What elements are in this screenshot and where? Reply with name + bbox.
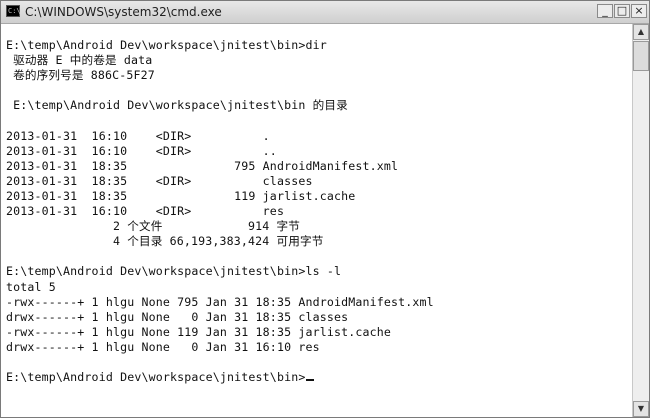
console-output[interactable]: E:\temp\Android Dev\workspace\jnitest\bi…: [1, 24, 632, 417]
minimize-button[interactable]: _: [597, 4, 613, 18]
console-line: 2013-01-31 16:10 <DIR> res: [6, 204, 285, 219]
vertical-scrollbar[interactable]: ▲ ▼: [632, 24, 649, 417]
console-icon[interactable]: C:\: [6, 5, 21, 17]
console-line: -rwx------+ 1 hlgu None 119 Jan 31 18:35…: [6, 324, 392, 339]
prompt-line[interactable]: E:\temp\Android Dev\workspace\jnitest\bi…: [6, 370, 434, 385]
console-line: drwx------+ 1 hlgu None 0 Jan 31 16:10 r…: [6, 339, 320, 354]
close-button[interactable]: ×: [631, 4, 647, 18]
prompt-text: E:\temp\Android Dev\workspace\jnitest\bi…: [6, 370, 306, 385]
scroll-thumb[interactable]: [633, 41, 649, 71]
console-line: 2 个文件 914 字节: [6, 219, 301, 234]
console-line: E:\temp\Android Dev\workspace\jnitest\bi…: [6, 98, 348, 113]
console-line: 2013-01-31 18:35 795 AndroidManifest.xml: [6, 158, 399, 173]
console-line: 4 个目录 66,193,383,424 可用字节: [6, 234, 324, 249]
console-line: 驱动器 E 中的卷是 data: [6, 53, 153, 68]
console-icon-glyph: C:\: [8, 7, 21, 15]
console-line: 2013-01-31 16:10 <DIR> .: [6, 128, 270, 143]
console-line: 2013-01-31 16:10 <DIR> ..: [6, 143, 277, 158]
console-line: E:\temp\Android Dev\workspace\jnitest\bi…: [6, 264, 342, 279]
cmd-window: C:\ C:\WINDOWS\system32\cmd.exe _ □ × E:…: [0, 0, 650, 418]
console-line: E:\temp\Android Dev\workspace\jnitest\bi…: [6, 38, 327, 52]
console-line: drwx------+ 1 hlgu None 0 Jan 31 18:35 c…: [6, 309, 349, 324]
text-cursor: [306, 379, 315, 382]
window-title: C:\WINDOWS\system32\cmd.exe: [25, 5, 222, 19]
title-bar[interactable]: C:\ C:\WINDOWS\system32\cmd.exe _ □ ×: [1, 1, 649, 24]
scroll-up-icon[interactable]: ▲: [633, 24, 649, 40]
console-line: -rwx------+ 1 hlgu None 795 Jan 31 18:35…: [6, 294, 434, 309]
maximize-button[interactable]: □: [614, 4, 630, 18]
console-line: 2013-01-31 18:35 119 jarlist.cache: [6, 188, 356, 203]
console-line: 卷的序列号是 886C-5F27: [6, 68, 155, 83]
scroll-down-icon[interactable]: ▼: [633, 401, 649, 417]
console-lines: E:\temp\Android Dev\workspace\jnitest\bi…: [6, 38, 434, 385]
console-line: total 5: [6, 279, 56, 294]
console-line: 2013-01-31 18:35 <DIR> classes: [6, 173, 313, 188]
